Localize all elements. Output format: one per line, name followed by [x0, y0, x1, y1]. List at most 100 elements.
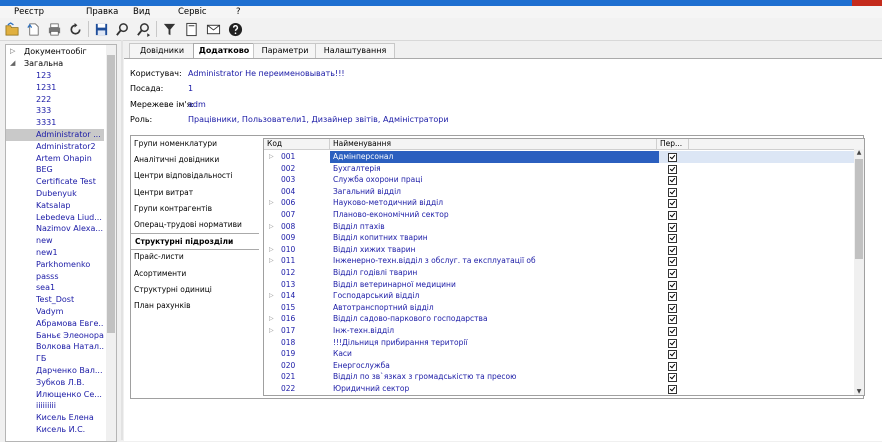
- table-row[interactable]: 012 Відділ годівлі тварин: [264, 267, 854, 279]
- tab-additional[interactable]: Додатково: [193, 43, 255, 59]
- tree-item[interactable]: 1231: [6, 82, 104, 94]
- print-icon[interactable]: [45, 20, 63, 38]
- row-checkbox[interactable]: [668, 350, 677, 360]
- row-checkbox[interactable]: [668, 222, 677, 232]
- table-row[interactable]: 002 Бухгалтерія: [264, 163, 854, 175]
- category-item[interactable]: Прайс-листи: [130, 249, 260, 264]
- row-checkbox[interactable]: [668, 199, 677, 209]
- row-checkbox[interactable]: [668, 245, 677, 255]
- tree-item[interactable]: 3331: [6, 117, 104, 129]
- row-checkbox[interactable]: [668, 257, 677, 267]
- row-checkbox[interactable]: [668, 176, 677, 186]
- row-checkbox[interactable]: [668, 385, 677, 394]
- table-row[interactable]: 015 Автотранспортний відділ: [264, 302, 854, 314]
- tree-item[interactable]: Certificate Test: [6, 176, 104, 188]
- row-checkbox[interactable]: [668, 338, 677, 348]
- refresh-icon[interactable]: [66, 20, 84, 38]
- table-row[interactable]: ▷ 017 Інж-техн.відділ: [264, 325, 854, 337]
- row-checkbox[interactable]: [668, 280, 677, 290]
- row-checkbox[interactable]: [668, 292, 677, 302]
- table-row[interactable]: ▷ 008 Відділ птахів: [264, 221, 854, 233]
- category-item[interactable]: Групи номенклатури: [130, 136, 260, 151]
- table-row[interactable]: 021 Відділ по зв`язках з громадськістю та…: [264, 371, 854, 383]
- row-checkbox[interactable]: [668, 303, 677, 313]
- menu-registry[interactable]: Реєстр: [14, 7, 44, 17]
- table-row[interactable]: ▷ 001 Адмінперсонал: [264, 151, 854, 163]
- tree-item[interactable]: Administrator ...: [6, 129, 104, 141]
- save-icon[interactable]: [92, 20, 110, 38]
- tree-item[interactable]: 123: [6, 70, 104, 82]
- tree-node-general[interactable]: ◢ Загальна: [6, 58, 104, 70]
- help-icon[interactable]: [226, 20, 244, 38]
- row-checkbox[interactable]: [668, 164, 677, 174]
- table-row[interactable]: 018 !!!Дільниця прибирання території: [264, 337, 854, 349]
- tree-item[interactable]: Волкова Натал...: [6, 341, 104, 353]
- row-checkbox[interactable]: [668, 373, 677, 383]
- tree-item[interactable]: Administrator2: [6, 141, 104, 153]
- expand-arrow-icon[interactable]: ▷: [269, 325, 274, 337]
- splitter[interactable]: [121, 40, 123, 440]
- tree-item[interactable]: Lebedeva Liud...: [6, 212, 104, 224]
- row-checkbox[interactable]: [668, 361, 677, 371]
- folder-open-icon[interactable]: [3, 20, 21, 38]
- menu-help[interactable]: ?: [236, 7, 241, 17]
- menu-edit[interactable]: Правка: [86, 7, 118, 17]
- tree-item[interactable]: Dubenyuk: [6, 188, 104, 200]
- tree-item[interactable]: ГБ: [6, 353, 104, 365]
- menu-service[interactable]: Сервіс: [178, 7, 207, 17]
- mail-icon[interactable]: [204, 20, 222, 38]
- category-item[interactable]: Операц-трудові нормативи: [130, 217, 260, 232]
- category-item[interactable]: Центри відповідальності: [130, 168, 260, 183]
- tree-item[interactable]: Кисель И.С.: [6, 424, 104, 436]
- row-checkbox[interactable]: [668, 327, 677, 336]
- scroll-up-icon[interactable]: ▲: [854, 149, 864, 156]
- tree-item[interactable]: new1: [6, 247, 104, 259]
- tree-item[interactable]: Дарченко Вал...: [6, 365, 104, 377]
- table-row[interactable]: 009 Відділ копитних тварин: [264, 232, 854, 244]
- tree-item[interactable]: Nazimov Alexa...: [6, 223, 104, 235]
- grid-scroll-thumb[interactable]: [855, 159, 863, 259]
- column-code[interactable]: Код: [264, 139, 330, 149]
- tree-item[interactable]: 333: [6, 105, 104, 117]
- table-row[interactable]: ▷ 016 Відділ садово-паркового господарства: [264, 313, 854, 325]
- expand-arrow-icon[interactable]: ▷: [269, 151, 274, 163]
- expand-arrow-icon[interactable]: ▷: [269, 290, 274, 302]
- tree-item[interactable]: Test_Dost: [6, 294, 104, 306]
- tree-item[interactable]: 222: [6, 94, 104, 106]
- category-item[interactable]: Центри витрат: [130, 185, 260, 200]
- table-row[interactable]: ▷ 014 Господарський відділ: [264, 290, 854, 302]
- table-row[interactable]: 004 Загальний відділ: [264, 186, 854, 198]
- table-row[interactable]: 013 Відділ ветеринарної медицини: [264, 279, 854, 291]
- tab-settings[interactable]: Налаштування: [315, 43, 395, 58]
- tab-directories[interactable]: Довідники: [129, 43, 195, 58]
- scroll-down-icon[interactable]: ▼: [854, 388, 864, 395]
- collapse-arrow-icon[interactable]: ◢: [10, 58, 15, 70]
- menu-view[interactable]: Вид: [133, 7, 150, 17]
- tree-item[interactable]: Зубков Л.В.: [6, 377, 104, 389]
- tree-scrollbar[interactable]: [106, 45, 116, 441]
- column-per[interactable]: Пер...: [657, 139, 689, 149]
- table-row[interactable]: ▷ 011 Інженерно-техн.відділ з обслуг. та е…: [264, 255, 854, 267]
- tree-scroll-thumb[interactable]: [107, 55, 115, 333]
- tree-item[interactable]: Илющенко Се...: [6, 389, 104, 401]
- expand-arrow-icon[interactable]: ▷: [269, 244, 274, 256]
- category-item[interactable]: План рахунків: [130, 298, 260, 313]
- tree-item[interactable]: Parkhomenko: [6, 259, 104, 271]
- tree-item[interactable]: Artem Ohapin: [6, 153, 104, 165]
- row-checkbox[interactable]: [668, 187, 677, 197]
- table-row[interactable]: 020 Енергослужба: [264, 360, 854, 372]
- category-item[interactable]: Структурні підрозділи: [130, 233, 259, 251]
- tree-item[interactable]: Кисель Елена: [6, 412, 104, 424]
- find-icon[interactable]: [113, 20, 131, 38]
- tree-item[interactable]: iiiiiiiii: [6, 400, 104, 412]
- expand-arrow-icon[interactable]: ▷: [10, 46, 15, 58]
- row-checkbox[interactable]: [668, 211, 677, 220]
- expand-arrow-icon[interactable]: ▷: [269, 197, 274, 209]
- tab-parameters[interactable]: Параметри: [253, 43, 317, 58]
- table-row[interactable]: 022 Юридичний сектор: [264, 383, 854, 395]
- row-checkbox[interactable]: [668, 315, 677, 325]
- table-row[interactable]: ▷ 010 Відділ хижих тварин: [264, 244, 854, 256]
- tree-item[interactable]: passs: [6, 271, 104, 283]
- tree-item[interactable]: Баньє Элеонора: [6, 330, 104, 342]
- column-name[interactable]: Найменування: [330, 139, 657, 149]
